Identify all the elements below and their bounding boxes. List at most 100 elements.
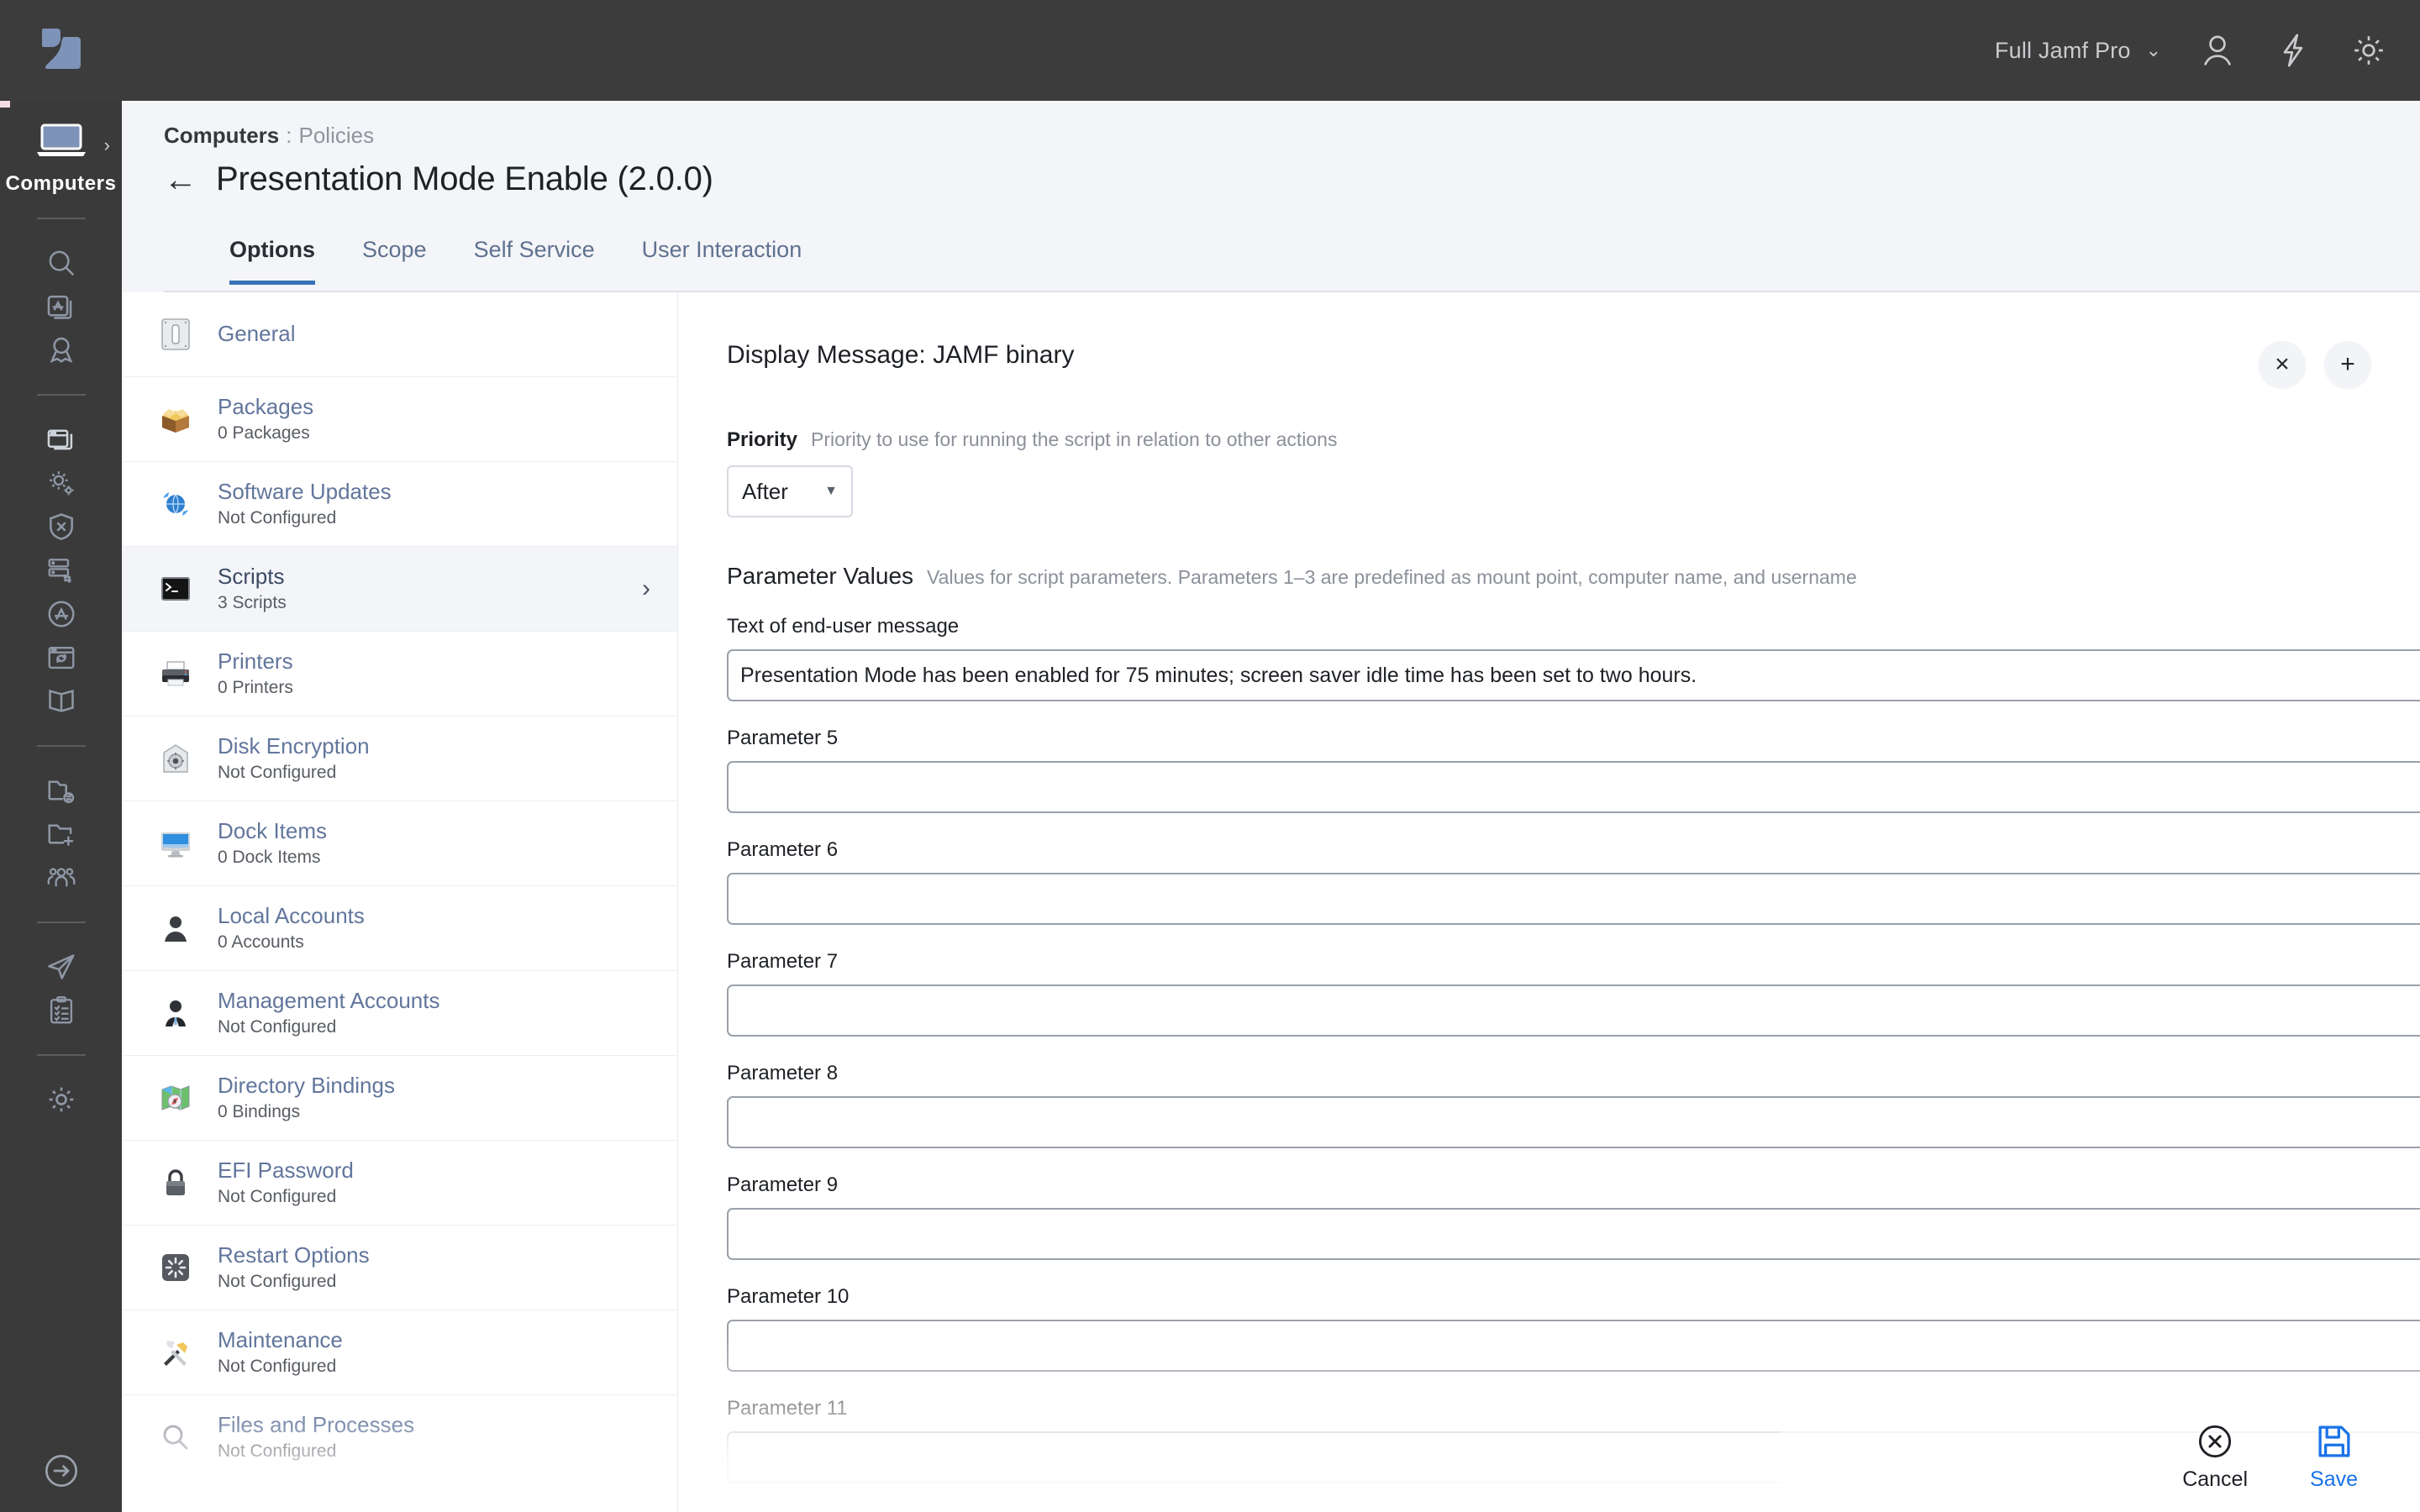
sidebar-item-sublabel: 0 Bindings [218, 1102, 301, 1122]
page-panel: Computers: Policies ← Presentation Mode E… [122, 91, 2420, 1512]
rail-divider [36, 1054, 86, 1056]
sidebar-item-directory-bindings[interactable]: Directory Bindings 0 Bindings [122, 1056, 677, 1141]
parameter-input-4[interactable] [727, 649, 2420, 701]
sidebar-item-label: General [218, 321, 296, 347]
window-sync-icon[interactable] [0, 636, 122, 680]
script-card-title: Display Message: JAMF binary [727, 341, 1075, 369]
priority-hint: Priority to use for running the script i… [811, 428, 1338, 450]
sidebar-item-local-accounts[interactable]: Local Accounts 0 Accounts [122, 886, 677, 971]
tab-self-service[interactable]: Self Service [450, 227, 618, 285]
add-script-button[interactable]: + [2324, 341, 2371, 388]
cancel-button[interactable]: Cancel [2182, 1422, 2248, 1492]
gear-icon[interactable] [2349, 31, 2388, 70]
page-body: General Packages 0 Packages Software Upd… [122, 292, 2420, 1512]
parameter-input-9[interactable] [727, 1208, 2420, 1260]
sidebar-item-scripts[interactable]: Scripts 3 Scripts › [122, 547, 677, 632]
script-card-actions: × + [2259, 341, 2371, 388]
parameter-input-7[interactable] [727, 984, 2420, 1037]
sidebar-item-text: Dock Items 0 Dock Items [218, 818, 327, 869]
chevron-right-icon: › [642, 575, 650, 602]
shield-x-icon[interactable] [0, 505, 122, 549]
sidebar-item-text: Printers 0 Printers [218, 648, 293, 699]
windows-stack-icon[interactable] [0, 417, 122, 461]
sidebar-item-label: Packages [218, 393, 314, 419]
sidebar-item-sublabel: Not Configured [218, 1357, 337, 1377]
parameter-label: Parameter 7 [727, 950, 839, 973]
gear-icon[interactable] [0, 1078, 122, 1121]
sidebar-item-files-and-processes[interactable]: Files and Processes Not Configured [122, 1395, 677, 1480]
search-icon[interactable] [0, 241, 122, 285]
parameter-values-title: Parameter Values [727, 563, 914, 589]
folder-sync-icon[interactable] [0, 769, 122, 812]
parameter-field: Parameter 7 [727, 950, 2420, 1037]
clipboard-checklist-icon[interactable] [0, 989, 122, 1032]
folder-plus-icon[interactable] [0, 812, 122, 856]
sidebar-item-text: Maintenance Not Configured [218, 1326, 343, 1378]
parameter-label: Parameter 8 [727, 1062, 839, 1084]
sidebar-item-sublabel: Not Configured [218, 1187, 337, 1207]
sidebar-item-printers[interactable]: Printers 0 Printers [122, 632, 677, 717]
sidebar-item-text: Scripts 3 Scripts [218, 564, 287, 614]
page-header: Computers: Policies ← Presentation Mode E… [122, 91, 2420, 292]
sidebar-item-software-updates[interactable]: Software Updates Not Configured [122, 462, 677, 547]
certificate-ribbon-icon[interactable] [0, 328, 122, 372]
breadcrumb-root[interactable]: Computers [164, 123, 279, 148]
users-group-icon[interactable] [0, 856, 122, 900]
tab-user-interaction[interactable]: User Interaction [618, 227, 826, 285]
script-card: Display Message: JAMF binary × + Priorit… [678, 292, 2420, 1512]
sidebar-item-packages[interactable]: Packages 0 Packages [122, 377, 677, 462]
parameter-input-8[interactable] [727, 1096, 2420, 1148]
safe-dial-icon [152, 742, 199, 775]
detail-pane: Display Message: JAMF binary × + Priorit… [678, 292, 2420, 1512]
tab-options[interactable]: Options [206, 227, 339, 285]
sidebar-item-label: Files and Processes [218, 1411, 415, 1437]
map-compass-icon [152, 1081, 199, 1115]
sidebar-item-sublabel: Not Configured [218, 763, 337, 783]
priority-value: After [742, 478, 788, 504]
back-arrow-icon[interactable]: ← [164, 163, 197, 197]
parameter-field: Parameter 6 [727, 838, 2420, 925]
user-icon[interactable] [2198, 31, 2237, 70]
parameter-input-10[interactable] [727, 1320, 2420, 1372]
sidebar-item-computers[interactable]: › Computers [0, 108, 122, 196]
sidebar-item-label: Management Accounts [218, 987, 440, 1013]
parameter-field: Parameter 10 [727, 1285, 2420, 1372]
tab-scope[interactable]: Scope [339, 227, 450, 285]
printer-icon [152, 657, 199, 690]
rail-divider [36, 921, 86, 923]
sidebar-item-disk-encryption[interactable]: Disk Encryption Not Configured [122, 717, 677, 801]
remove-script-button[interactable]: × [2259, 341, 2306, 388]
sidebar-item-restart-options[interactable]: Restart Options Not Configured [122, 1226, 677, 1310]
laptop-icon [36, 123, 86, 156]
parameter-input-5[interactable] [727, 761, 2420, 813]
sidebar-item-maintenance[interactable]: Maintenance Not Configured [122, 1310, 677, 1395]
parameter-values-hint: Values for script parameters. Parameters… [927, 566, 1857, 588]
environment-selector[interactable]: Full Jamf Pro ⌄ [1995, 38, 2161, 64]
save-button[interactable]: Save [2310, 1422, 2358, 1492]
sidebar-item-sublabel: Not Configured [218, 1017, 337, 1037]
app-store-circle-icon[interactable] [0, 592, 122, 636]
sidebar-item-label: Software Updates [218, 478, 392, 504]
lightning-bolt-icon[interactable] [2274, 31, 2312, 70]
breadcrumb-current[interactable]: Policies [298, 123, 374, 148]
parameter-field: Parameter 9 [727, 1173, 2420, 1260]
expand-sidebar-button[interactable] [0, 1452, 122, 1490]
sidebar-item-text: Restart Options Not Configured [218, 1242, 370, 1293]
gears-icon[interactable] [0, 461, 122, 505]
paper-plane-icon[interactable] [0, 945, 122, 989]
app-store-stack-icon[interactable] [0, 285, 122, 328]
sidebar-item-management-accounts[interactable]: Management Accounts Not Configured [122, 971, 677, 1056]
sidebar-item-text: EFI Password Not Configured [218, 1158, 354, 1208]
sidebar-item-label: Maintenance [218, 1326, 343, 1352]
parameter-field: Parameter 5 [727, 727, 2420, 813]
parameter-input-6[interactable] [727, 873, 2420, 925]
terminal-icon [152, 572, 199, 606]
parameter-label: Parameter 10 [727, 1285, 850, 1308]
sidebar-item-efi-password[interactable]: EFI Password Not Configured [122, 1141, 677, 1226]
server-sync-icon[interactable] [0, 549, 122, 592]
sidebar-item-dock-items[interactable]: Dock Items 0 Dock Items [122, 801, 677, 886]
sidebar-item-general[interactable]: General [122, 292, 677, 377]
sidebar-item-sublabel: 0 Accounts [218, 932, 304, 953]
priority-select[interactable]: After ▼ [727, 465, 853, 517]
book-icon[interactable] [0, 680, 122, 723]
